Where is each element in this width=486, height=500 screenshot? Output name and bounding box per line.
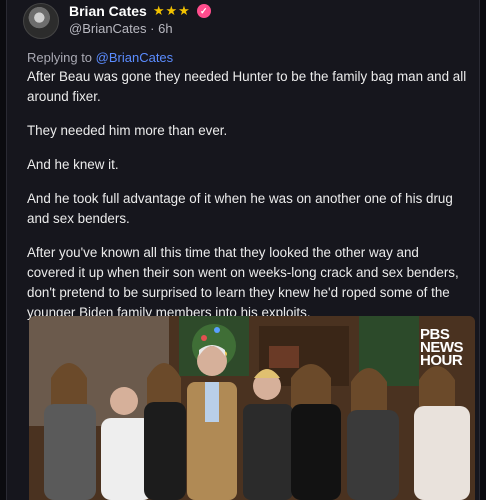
- verified-badge-icon: ✓: [196, 4, 211, 18]
- rating-stars-icon: ★★★: [152, 3, 191, 18]
- avatar[interactable]: [23, 3, 59, 39]
- post-time[interactable]: 6h: [158, 21, 172, 36]
- replying-to-link[interactable]: @BrianCates: [96, 50, 174, 65]
- author-handle[interactable]: @BrianCates: [69, 21, 147, 36]
- watermark-line: HOUR: [420, 352, 463, 369]
- replying-prefix: Replying to: [27, 50, 96, 65]
- post-card: Brian Cates ★★★ ✓ @BrianCates · 6h Reply…: [6, 0, 480, 500]
- handle-row: @BrianCates · 6h: [69, 21, 173, 36]
- family-photo-illustration: [29, 316, 475, 500]
- pbs-newshour-watermark: PBS NEWS HOUR: [420, 327, 464, 369]
- post-header: Brian Cates ★★★ ✓ @BrianCates · 6h: [23, 3, 463, 39]
- post-paragraph: After Beau was gone they needed Hunter t…: [27, 69, 467, 104]
- author-name[interactable]: Brian Cates: [69, 3, 147, 19]
- post-paragraph: And he knew it.: [27, 157, 119, 172]
- separator-dot: ·: [150, 21, 155, 36]
- post-paragraph: After you've known all this time that th…: [27, 245, 459, 320]
- author-row: Brian Cates ★★★ ✓: [69, 3, 211, 19]
- post-body: After Beau was gone they needed Hunter t…: [27, 67, 467, 337]
- replying-to: Replying to @BrianCates: [27, 50, 173, 65]
- post-paragraph: They needed him more than ever.: [27, 123, 228, 138]
- post-image[interactable]: PBS NEWS HOUR: [29, 316, 475, 500]
- post-paragraph: And he took full advantage of it when he…: [27, 191, 453, 226]
